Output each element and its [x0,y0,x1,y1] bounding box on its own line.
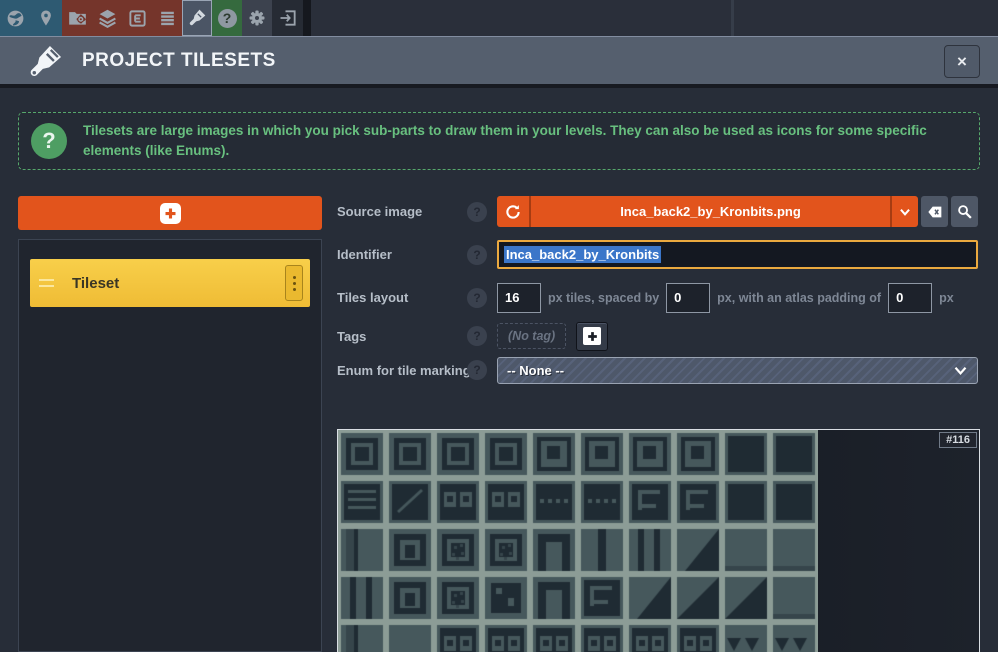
folder-gear-icon-glyph [67,8,88,28]
settings-tab[interactable] [242,0,272,36]
toolbar-spacer [311,0,998,36]
source-image-label: Source image [337,204,422,219]
tiles-layout-label: Tiles layout [337,290,408,305]
atlas-padding-input[interactable]: 0 [888,283,932,313]
tiles-layout-row: Tiles layout ? 16 px tiles, spaced by 0 … [337,282,980,313]
help-question-icon: ? [31,123,67,159]
refresh-image-button[interactable] [497,196,531,227]
tags-help-icon[interactable]: ? [467,326,487,346]
source-image-dropdown-button[interactable] [890,196,918,227]
enum-marking-label: Enum for tile marking [337,363,471,378]
panel-brush-icon [26,42,66,80]
toolbar-group-project [62,0,182,36]
clear-image-button[interactable] [921,196,948,227]
paint-brush-tab-selected[interactable] [182,0,212,36]
source-image-row: Source image ? Inca_back2_by_Kronbits.pn… [337,196,980,227]
tileset-item-label: Tileset [72,275,119,292]
tileset-image[interactable] [338,430,818,652]
help-tab[interactable]: ? [212,0,242,36]
paint-brush-icon [187,8,207,28]
identifier-input[interactable]: Inca_back2_by_Kronbits [497,240,978,269]
chevron-down-icon [898,205,912,219]
tiles-layout-text-3: px [939,291,954,305]
world-icon-glyph [5,8,26,29]
tags-label: Tags [337,329,366,344]
search-icon [956,203,973,220]
help-icon: ? [218,9,237,28]
tile-size-input[interactable]: 16 [497,283,541,313]
source-image-help-icon[interactable]: ? [467,202,487,222]
panel-header: PROJECT TILESETS × [0,36,998,88]
tile-spacing-input[interactable]: 0 [666,283,710,313]
enum-marking-value: -- None -- [507,363,953,378]
tileset-preview: #116 [337,429,980,652]
tiles-layout-text-1: px tiles, spaced by [548,291,659,305]
chevron-down-icon [953,363,968,378]
toolbar-gap [303,0,311,36]
tiles-layout-help-icon[interactable]: ? [467,288,487,308]
toolbar-divider [731,0,734,36]
toolbar-group-world [0,0,62,36]
map-pin-icon-glyph [37,8,55,28]
settings-gear-icon [247,8,267,28]
panel-title: PROJECT TILESETS [82,50,276,72]
enum-marking-select[interactable]: -- None -- [497,357,978,384]
list-icon[interactable] [152,0,182,36]
exit-tab[interactable] [273,0,303,36]
locate-image-button[interactable] [951,196,978,227]
layers-icon-glyph [97,8,118,29]
help-text: Tilesets are large images in which you p… [83,121,965,169]
top-toolbar: ? [0,0,998,36]
exit-icon [278,8,298,28]
world-icon[interactable] [1,0,31,36]
enum-box-icon-glyph [128,9,147,28]
map-pin-icon[interactable] [31,0,61,36]
plus-icon [160,203,181,224]
refresh-icon [504,203,522,221]
clear-backspace-icon [926,204,944,220]
enum-marking-help-icon[interactable]: ? [467,360,487,380]
tileset-list: Tileset [18,239,322,652]
tiles-layout-text-2: px, with an atlas padding of [717,291,881,305]
identifier-row: Identifier ? Inca_back2_by_Kronbits [337,240,980,269]
help-box: ? Tilesets are large images in which you… [18,112,980,170]
identifier-help-icon[interactable]: ? [467,245,487,265]
project-tilesets-panel: ? [0,0,998,652]
layers-icon[interactable] [92,0,122,36]
add-tag-button[interactable] [576,322,608,351]
folder-gear-icon[interactable] [62,0,92,36]
close-button[interactable]: × [944,45,980,78]
source-image-picker: Inca_back2_by_Kronbits.png [497,196,918,227]
add-tileset-button[interactable] [18,196,322,230]
plus-icon [583,327,601,345]
item-menu-button[interactable] [285,265,303,301]
enum-box-icon[interactable] [122,0,152,36]
drag-handle-icon[interactable] [39,279,54,287]
no-tag-placeholder: (No tag) [497,323,566,349]
source-image-value[interactable]: Inca_back2_by_Kronbits.png [531,196,890,227]
enum-marking-row: Enum for tile marking ? -- None -- [337,356,980,384]
tags-row: Tags ? (No tag) [337,322,980,350]
tileset-list-item[interactable]: Tileset [30,259,310,307]
identifier-label: Identifier [337,247,392,262]
identifier-selected-text: Inca_back2_by_Kronbits [504,246,661,263]
list-icon-glyph [158,9,177,28]
tile-count-badge: #116 [939,432,977,448]
